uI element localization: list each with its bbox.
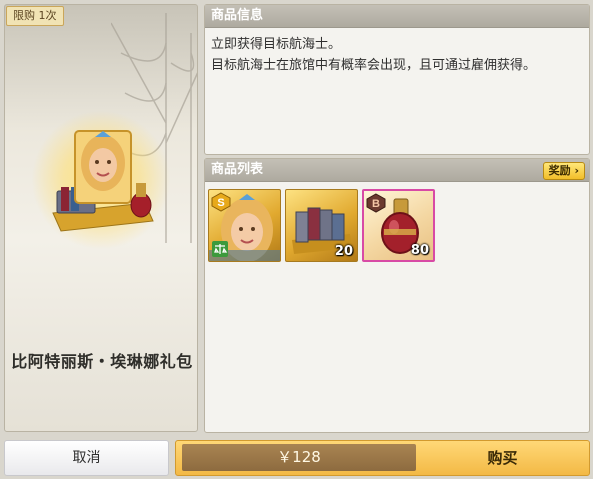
item-books[interactable]: 20: [285, 189, 358, 262]
rank-s-badge-icon: S: [211, 192, 231, 212]
chevron-right-icon: ›: [574, 164, 579, 177]
product-info-header: 商品信息: [205, 5, 589, 28]
item-navigator-beatrice[interactable]: S: [208, 189, 281, 262]
product-item-list: S 20 B 80: [208, 189, 435, 262]
product-list-panel: 商品列表 奖励 › S 20 B 80: [204, 158, 590, 433]
price-display: ￥128: [182, 444, 416, 471]
item-potion[interactable]: B 80: [362, 189, 435, 262]
purchase-bar: ￥128 购买: [175, 440, 590, 476]
product-description: 立即获得目标航海士。 目标航海士在旅馆中有概率会出现，且可通过雇佣获得。: [211, 37, 537, 73]
pack-bundle-illustration: [52, 130, 154, 232]
svg-text:B: B: [372, 198, 380, 210]
product-info-panel: 商品信息 立即获得目标航海士。 目标航海士在旅馆中有概率会出现，且可通过雇佣获得…: [204, 4, 590, 155]
pack-preview-panel: 限购 1次 比阿特丽斯・埃琳娜礼包: [4, 4, 198, 432]
rank-b-badge-icon: B: [366, 193, 386, 213]
svg-text:S: S: [217, 197, 224, 209]
reward-button[interactable]: 奖励 ›: [542, 162, 585, 180]
cancel-button[interactable]: 取消: [4, 440, 169, 476]
purchase-limit-badge: 限购 1次: [6, 6, 64, 26]
product-list-header: 商品列表 奖励 ›: [205, 159, 589, 182]
trade-class-icon: [212, 241, 228, 257]
item-quantity: 80: [410, 243, 429, 258]
product-list-title: 商品列表: [211, 162, 264, 177]
pack-title: 比阿特丽斯・埃琳娜礼包: [11, 352, 193, 371]
buy-button[interactable]: 购买: [420, 441, 585, 475]
reward-button-label: 奖励: [548, 164, 571, 177]
item-quantity: 20: [334, 244, 353, 259]
